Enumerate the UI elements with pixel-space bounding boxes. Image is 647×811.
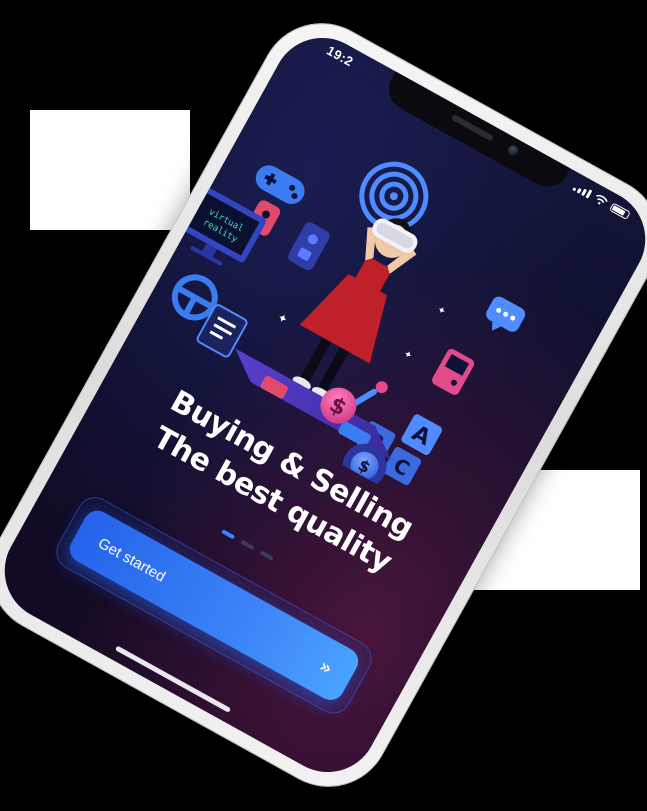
cellular-signal-icon bbox=[572, 182, 593, 199]
sparkle-icon: ✦ bbox=[401, 348, 414, 362]
chat-bubble-icon bbox=[486, 296, 526, 332]
battery-icon bbox=[609, 202, 631, 220]
page-dot[interactable] bbox=[259, 550, 274, 561]
sparkle-icon: ✦ bbox=[275, 310, 291, 327]
game-boy-icon bbox=[432, 348, 475, 395]
page-dot[interactable] bbox=[240, 539, 255, 551]
wifi-icon bbox=[596, 194, 608, 205]
page-indicator bbox=[221, 529, 274, 561]
double-chevron-right-icon: ›› bbox=[315, 655, 334, 678]
background-shape bbox=[30, 110, 190, 230]
get-started-label: Get started bbox=[95, 534, 169, 586]
sparkle-icon: ✦ bbox=[435, 304, 448, 318]
page-dot-active[interactable] bbox=[221, 529, 236, 540]
handheld-console-icon bbox=[288, 222, 330, 271]
gamepad-icon bbox=[255, 165, 305, 204]
front-camera bbox=[506, 143, 520, 158]
status-time: 19:2 bbox=[324, 42, 356, 70]
vr-girl-character bbox=[292, 218, 418, 401]
